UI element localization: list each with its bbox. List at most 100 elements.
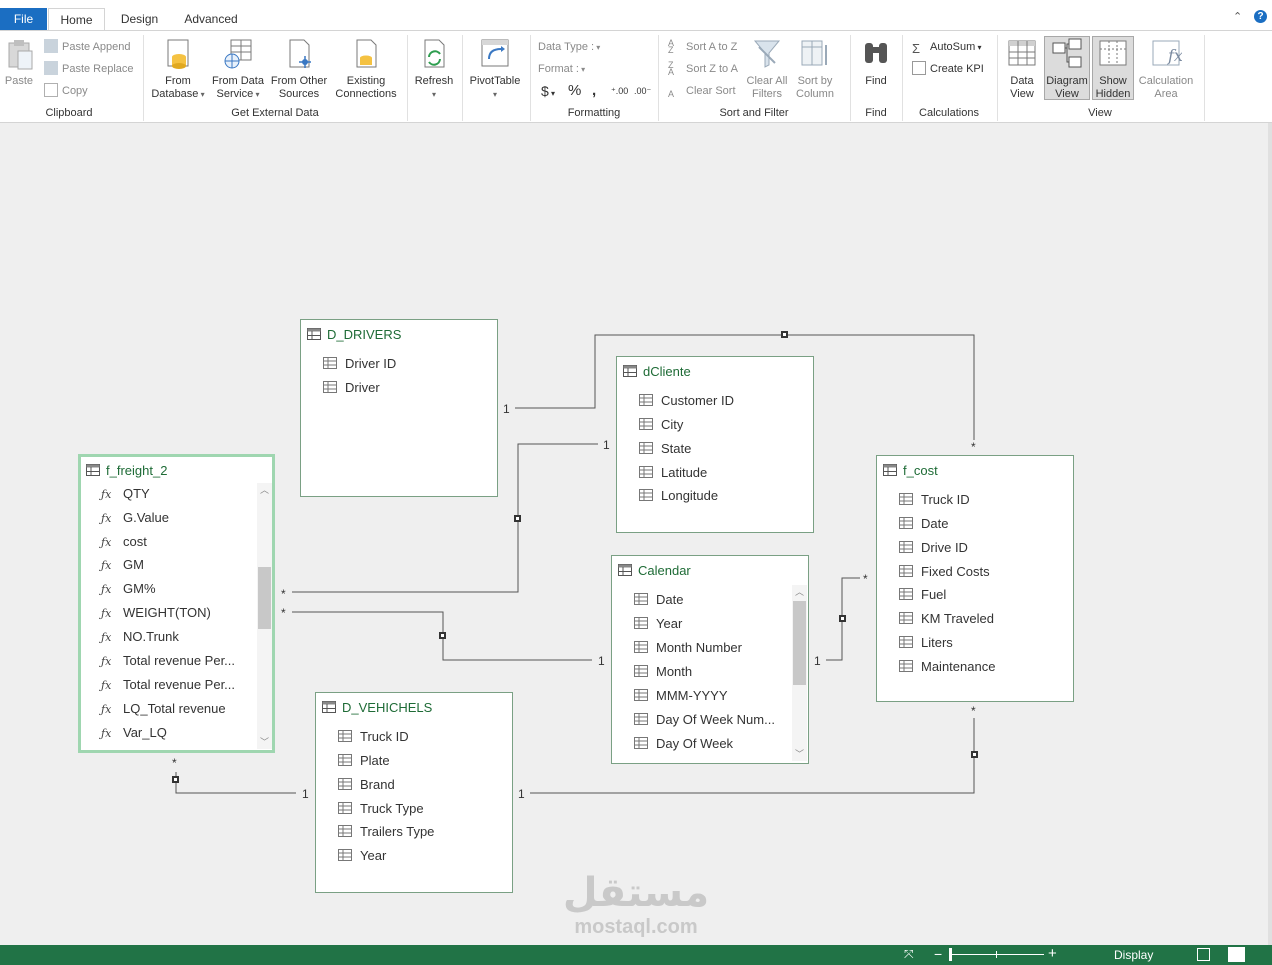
- field-km-traveled[interactable]: KM Traveled: [899, 610, 994, 628]
- measure-qty[interactable]: ƒx QTY: [101, 485, 150, 503]
- cardinality-many: *: [971, 704, 976, 718]
- table-icon: [623, 364, 637, 377]
- table-f-cost[interactable]: f_cost Truck ID Date Drive ID Fixed Cost…: [876, 455, 1074, 702]
- table-scrollbar[interactable]: ︿ ﹀: [257, 483, 272, 749]
- column-icon: [634, 712, 648, 725]
- field-brand[interactable]: Brand: [338, 776, 395, 794]
- scroll-up-icon[interactable]: ︿: [257, 483, 272, 497]
- field-liters[interactable]: Liters: [899, 634, 953, 652]
- cardinality-many: *: [281, 606, 286, 620]
- column-icon: [899, 540, 913, 553]
- field-drive-id[interactable]: Drive ID: [899, 539, 968, 557]
- table-title[interactable]: f_cost: [883, 462, 938, 480]
- field-city[interactable]: City: [639, 416, 683, 434]
- table-calendar[interactable]: Calendar Date Year Month Number Month MM…: [611, 555, 809, 764]
- measure-icon: ƒx: [101, 559, 112, 572]
- field-year[interactable]: Year: [338, 847, 386, 865]
- measure-var-lq[interactable]: ƒx Var_LQ: [101, 724, 167, 742]
- table-scrollbar[interactable]: ︿ ﹀: [792, 585, 807, 761]
- column-icon: [338, 729, 352, 742]
- column-icon: [634, 592, 648, 605]
- table-title[interactable]: D_DRIVERS: [307, 326, 401, 344]
- field-year[interactable]: Year: [634, 615, 682, 633]
- scroll-down-icon[interactable]: ﹀: [792, 747, 807, 761]
- field-fuel[interactable]: Fuel: [899, 586, 946, 604]
- cardinality-many: *: [971, 440, 976, 454]
- table-icon: [883, 463, 897, 476]
- column-icon: [899, 659, 913, 672]
- field-truck-id[interactable]: Truck ID: [899, 491, 970, 509]
- field-driver[interactable]: Driver: [323, 379, 380, 397]
- fit-to-screen-icon[interactable]: ⤧: [904, 947, 914, 962]
- scrollbar-thumb[interactable]: [793, 601, 806, 685]
- scrollbar-thumb[interactable]: [258, 567, 271, 629]
- relationship-vehichels-freight[interactable]: [175, 772, 296, 794]
- measure-cost[interactable]: ƒx cost: [101, 533, 147, 551]
- table-title[interactable]: dCliente: [623, 363, 691, 381]
- measure-icon: ƒx: [101, 536, 112, 549]
- table-icon: [322, 700, 336, 713]
- field-maintenance[interactable]: Maintenance: [899, 658, 995, 676]
- measure-icon: ƒx: [101, 488, 112, 501]
- field-longitude[interactable]: Longitude: [639, 487, 718, 505]
- field-customer-id[interactable]: Customer ID: [639, 392, 734, 410]
- measure-total-revenue-per-1[interactable]: ƒx Total revenue Per...: [101, 652, 235, 670]
- field-latitude[interactable]: Latitude: [639, 464, 707, 482]
- measure-gm-percent[interactable]: ƒx GM%: [101, 580, 156, 598]
- column-icon: [899, 611, 913, 624]
- zoom-slider-thumb[interactable]: [949, 948, 952, 961]
- cardinality-many: *: [863, 572, 868, 586]
- field-plate[interactable]: Plate: [338, 752, 390, 770]
- field-month[interactable]: Month: [634, 663, 692, 681]
- watermark: مستقل mostaql.com: [556, 870, 716, 938]
- table-d-drivers[interactable]: D_DRIVERS Driver ID Driver: [300, 319, 498, 497]
- column-icon: [338, 753, 352, 766]
- scroll-up-icon[interactable]: ︿: [792, 585, 807, 599]
- column-icon: [639, 393, 653, 406]
- column-icon: [899, 587, 913, 600]
- measure-total-revenue-per-2[interactable]: ƒx Total revenue Per...: [101, 676, 235, 694]
- measure-weight-ton[interactable]: ƒx WEIGHT(TON): [101, 604, 211, 622]
- field-day-of-week[interactable]: Day Of Week: [634, 735, 733, 753]
- zoom-slider-track[interactable]: [950, 954, 1044, 955]
- field-date[interactable]: Date: [634, 591, 683, 609]
- column-icon: [634, 688, 648, 701]
- table-dcliente[interactable]: dCliente Customer ID City State Latitude…: [616, 356, 814, 533]
- table-d-vehichels[interactable]: D_VEHICHELS Truck ID Plate Brand Truck T…: [315, 692, 513, 893]
- measure-gm[interactable]: ƒx GM: [101, 556, 144, 574]
- display-label: Display: [1114, 948, 1154, 962]
- zoom-out-button[interactable]: −: [934, 946, 942, 962]
- zoom-in-button[interactable]: +: [1048, 945, 1057, 962]
- field-truck-type[interactable]: Truck Type: [338, 800, 424, 818]
- diagram-view-icon[interactable]: [1228, 947, 1245, 962]
- measure-g-value[interactable]: ƒx G.Value: [101, 509, 169, 527]
- table-title[interactable]: Calendar: [618, 562, 691, 580]
- field-trailers-type[interactable]: Trailers Type: [338, 823, 434, 841]
- column-icon: [899, 492, 913, 505]
- measure-lq-total-revenue[interactable]: ƒx LQ_Total revenue: [101, 700, 226, 718]
- column-icon: [338, 801, 352, 814]
- scroll-down-icon[interactable]: ﹀: [257, 735, 272, 749]
- field-day-of-week-number[interactable]: Day Of Week Num...: [634, 711, 775, 729]
- column-icon: [323, 356, 337, 369]
- measure-icon: ƒx: [101, 703, 112, 716]
- field-fixed-costs[interactable]: Fixed Costs: [899, 563, 990, 581]
- column-icon: [639, 441, 653, 454]
- field-date[interactable]: Date: [899, 515, 948, 533]
- table-f-freight-2[interactable]: f_freight_2 ƒx QTY ƒx G.Value ƒx cost ƒx GM …: [78, 454, 275, 753]
- column-icon: [899, 564, 913, 577]
- zoom-slider-tick: [996, 951, 997, 958]
- field-state[interactable]: State: [639, 440, 691, 458]
- measure-no-trunk[interactable]: ƒx NO.Trunk: [101, 628, 179, 646]
- field-truck-id[interactable]: Truck ID: [338, 728, 409, 746]
- cardinality-one: 1: [814, 654, 821, 668]
- column-icon: [323, 380, 337, 393]
- table-title[interactable]: D_VEHICHELS: [322, 699, 432, 717]
- field-driver-id[interactable]: Driver ID: [323, 355, 396, 373]
- table-title[interactable]: f_freight_2: [86, 462, 167, 480]
- field-month-number[interactable]: Month Number: [634, 639, 742, 657]
- grid-view-icon[interactable]: [1197, 948, 1210, 961]
- column-icon: [634, 640, 648, 653]
- field-mmm-yyyy[interactable]: MMM-YYYY: [634, 687, 728, 705]
- measure-icon: ƒx: [101, 512, 112, 525]
